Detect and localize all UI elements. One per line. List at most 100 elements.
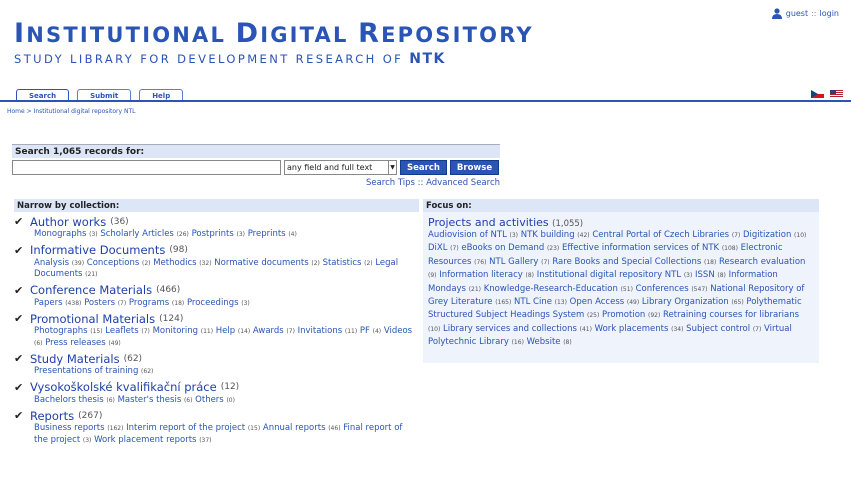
subcollection-link[interactable]: NTL Gallery (7)	[489, 257, 549, 267]
checkmark-icon[interactable]: ✔	[14, 215, 26, 228]
subcollection-link[interactable]: Photographs (15)	[34, 326, 103, 336]
subcollection-label: Others	[195, 394, 224, 405]
subcollection-link[interactable]: eBooks on Demand (23)	[461, 243, 559, 253]
subcollection-label: Digitization	[743, 230, 792, 240]
user-icon	[771, 8, 782, 19]
collection-link[interactable]: Author works	[30, 215, 106, 229]
search-tips-link[interactable]: Search Tips	[366, 178, 415, 188]
advanced-search-link[interactable]: Advanced Search	[426, 178, 500, 188]
subcollection-count: (18)	[703, 258, 717, 266]
subcollection-link[interactable]: Help (14)	[216, 326, 250, 336]
subcollection-link[interactable]: Normative documents (2)	[214, 258, 320, 268]
subcollection-list: Bachelors thesis (6) Master's thesis (6)…	[14, 395, 419, 407]
subcollection-link[interactable]: Central Portal of Czech Libraries (7)	[592, 230, 740, 240]
subcollection-link[interactable]: Knowledge-Research-Education (51)	[484, 284, 633, 294]
subcollection-link[interactable]: Programs (18)	[129, 298, 184, 308]
subcollection-link[interactable]: NTK building (42)	[521, 230, 590, 240]
subcollection-link[interactable]: Subject control (7)	[686, 324, 761, 334]
subcollection-link[interactable]: Monitoring (11)	[153, 326, 214, 336]
english-flag-icon[interactable]	[830, 90, 843, 98]
subcollection-link[interactable]: Analysis (39)	[34, 258, 84, 268]
search-button[interactable]: Search	[400, 160, 447, 175]
subcollection-link[interactable]: Preprints (4)	[248, 229, 297, 239]
subcollection-link[interactable]: Digitization (10)	[743, 230, 806, 240]
search-field-select[interactable]: any field and full text ▼	[284, 160, 397, 175]
subcollection-link[interactable]: Others (0)	[195, 395, 235, 405]
subcollection-count: (8)	[717, 272, 726, 280]
collection-link[interactable]: Conference Materials	[30, 283, 152, 297]
subcollection-link[interactable]: Bachelors thesis (6)	[34, 395, 115, 405]
subcollection-link[interactable]: Conferences (547)	[636, 284, 708, 294]
collection-count: (98)	[169, 245, 188, 255]
collection-link[interactable]: Study Materials	[30, 352, 120, 366]
subcollection-link[interactable]: Library services and collections (41)	[443, 324, 592, 334]
subcollection-link[interactable]: Methodics (32)	[153, 258, 211, 268]
subcollection-link[interactable]: Presentations of training (62)	[34, 366, 153, 376]
subcollection-link[interactable]: Audiovision of NTL (3)	[428, 230, 518, 240]
subcollection-link[interactable]: ISSN (8)	[695, 270, 726, 280]
collection-link[interactable]: Promotional Materials	[30, 312, 155, 326]
subcollection-link[interactable]: Scholarly Articles (26)	[100, 229, 189, 239]
subcollection-link[interactable]: Papers (438)	[34, 298, 81, 308]
subcollection-label: Posters	[84, 297, 115, 308]
collection-header: ✔ Informative Documents (98)	[14, 243, 419, 258]
subcollection-link[interactable]: Monographs (3)	[34, 229, 98, 239]
subcollection-link[interactable]: Postprints (3)	[192, 229, 245, 239]
checkmark-icon[interactable]: ✔	[14, 284, 26, 297]
subcollection-link[interactable]: NTL Cine (13)	[514, 297, 567, 307]
checkmark-icon[interactable]: ✔	[14, 244, 26, 257]
collection-link[interactable]: Reports	[30, 409, 74, 423]
subcollection-link[interactable]: Conceptions (2)	[87, 258, 151, 268]
subcollection-link[interactable]: Business reports (162)	[34, 423, 123, 433]
subcollection-label: Bachelors thesis	[34, 394, 104, 405]
subcollection-link[interactable]: Awards (7)	[253, 326, 295, 336]
subcollection-link[interactable]: DiXL (7)	[428, 243, 459, 253]
subcollection-link[interactable]: Interim report of the project (15)	[126, 423, 260, 433]
subcollection-link[interactable]: PF (4)	[360, 326, 381, 336]
search-field-value: any field and full text	[287, 163, 373, 172]
collection-list: ✔ Author works (36) Monographs (3) Scholarl…	[14, 214, 419, 446]
subcollection-link[interactable]: Promotion (92)	[602, 310, 660, 320]
breadcrumb[interactable]: Home > Institutional digital repository …	[7, 108, 135, 115]
subcollection-link[interactable]: Leaflets (7)	[105, 326, 150, 336]
subcollection-link[interactable]: Master's thesis (6)	[118, 395, 193, 405]
checkmark-icon[interactable]: ✔	[14, 352, 26, 365]
collection-link[interactable]: Informative Documents	[30, 243, 165, 257]
browse-button[interactable]: Browse	[449, 160, 500, 175]
subcollection-label: Institutional digital repository NTL	[536, 270, 682, 281]
focus-collection-title[interactable]: Projects and activities (1,055)	[428, 216, 814, 229]
subcollection-link[interactable]: Open Access (49)	[570, 297, 640, 307]
login-link[interactable]: login	[820, 9, 840, 18]
subcollection-link[interactable]: Effective information services of NTK (1…	[562, 243, 738, 253]
checkmark-icon[interactable]: ✔	[14, 381, 26, 394]
collection-count: (466)	[156, 285, 181, 295]
checkmark-icon[interactable]: ✔	[14, 409, 26, 422]
subcollection-count: (3)	[82, 436, 92, 444]
subcollection-count: (18)	[171, 299, 185, 307]
subcollection-link[interactable]: Library Organization (65)	[642, 297, 744, 307]
collection-link[interactable]: Vysokoškolské kvalifikační práce	[30, 380, 217, 394]
subcollection-link[interactable]: Posters (7)	[84, 298, 126, 308]
subcollection-link[interactable]: Proceedings (3)	[187, 298, 250, 308]
subcollection-link[interactable]: Information literacy (8)	[439, 270, 534, 280]
subcollection-link[interactable]: Institutional digital repository NTL (3)	[537, 270, 693, 280]
search-input[interactable]	[12, 160, 281, 175]
subcollection-link[interactable]: Invitations (11)	[298, 326, 358, 336]
subcollection-link[interactable]: Work placements (34)	[595, 324, 684, 334]
checkmark-icon[interactable]: ✔	[14, 312, 26, 325]
czech-flag-icon[interactable]	[811, 90, 824, 98]
subcollection-label: Preprints	[247, 229, 286, 239]
subcollection-count: (15)	[90, 328, 103, 335]
subcollection-link[interactable]: Website (8)	[527, 337, 572, 347]
subcollection-label: Research evaluation	[719, 256, 806, 267]
subcollection-link[interactable]: Rare Books and Special Collections (18)	[552, 257, 716, 267]
search-label: Search 1,065 records for:	[12, 144, 500, 158]
subcollection-label: Invitations	[297, 326, 343, 336]
search-links: Search Tips :: Advanced Search	[12, 178, 500, 188]
subcollection-link[interactable]: Annual reports (46)	[263, 423, 341, 433]
focus-title-label: Projects and activities	[428, 216, 549, 229]
subcollection-link[interactable]: Press releases (49)	[45, 338, 121, 348]
subcollection-link[interactable]: Work placement reports (37)	[94, 435, 211, 445]
subcollection-link[interactable]: Statistics (2)	[323, 258, 373, 268]
subcollection-label: NTK building	[520, 230, 575, 240]
